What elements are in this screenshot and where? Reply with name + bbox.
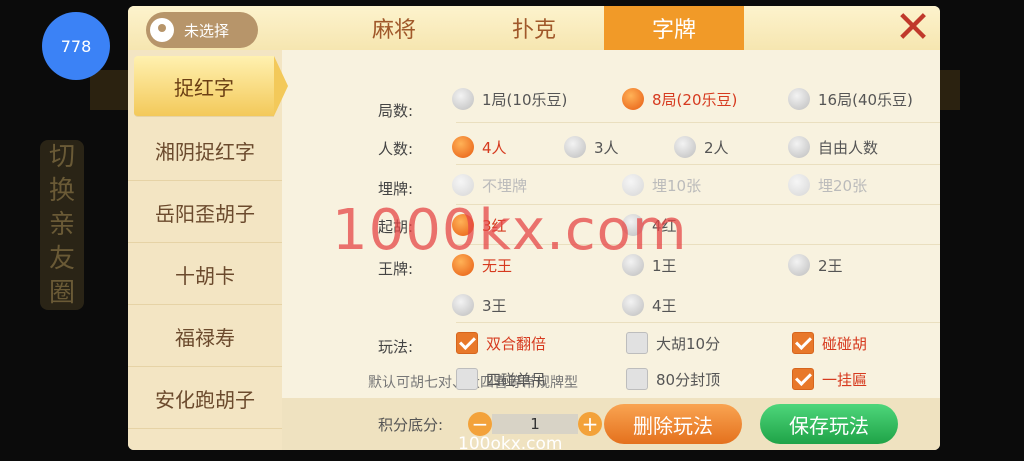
minus-icon[interactable]: − (468, 412, 492, 436)
sidebar-item-fulushou[interactable]: 福禄寿 (128, 306, 282, 367)
radio-icon (674, 136, 696, 158)
radio-icon (788, 136, 810, 158)
play-check-sipeng[interactable]: 四碰单吊 (456, 368, 546, 390)
bury-option-none: 不埋牌 (452, 174, 527, 196)
king-option-none[interactable]: 无王 (452, 254, 512, 276)
play-check-double[interactable]: 双合翻倍 (456, 332, 546, 354)
divider (456, 244, 940, 245)
sidebar-item-anhua[interactable]: 安化跑胡子 (128, 368, 282, 429)
radio-icon (452, 294, 474, 316)
rounds-label: 局数: (378, 102, 414, 120)
sidebar-item-zhuohongzi[interactable]: 捉红字 (134, 56, 288, 117)
start-hu-option-3[interactable]: 3红 (452, 214, 507, 236)
radio-icon (622, 214, 644, 236)
rounds-option-1[interactable]: 1局(10乐豆) (452, 88, 567, 110)
background-side-label: 切 换 亲 友 圈 (40, 140, 84, 310)
radio-selected-icon (452, 254, 474, 276)
king-option-4[interactable]: 4王 (622, 294, 677, 316)
divider (456, 164, 940, 165)
king-label: 王牌: (378, 260, 414, 278)
sidebar-item-yueyang[interactable]: 岳阳歪胡子 (128, 182, 282, 243)
tab-zipai[interactable]: 字牌 (604, 6, 744, 50)
checkbox-checked-icon (792, 368, 814, 390)
play-check-dahu[interactable]: 大胡10分 (626, 332, 720, 354)
settings-panel: 局数: 1局(10乐豆) 8局(20乐豆) 16局(40乐豆) 人数: 4人 3… (282, 50, 940, 398)
radio-disabled-icon (622, 174, 644, 196)
sidebar-item-shihuka[interactable]: 十胡卡 (128, 244, 282, 305)
players-option-3[interactable]: 3人 (564, 136, 619, 158)
king-option-3[interactable]: 3王 (452, 294, 507, 316)
save-rule-button[interactable]: 保存玩法 (760, 404, 898, 444)
players-option-4[interactable]: 4人 (452, 136, 507, 158)
radio-disabled-icon (788, 174, 810, 196)
king-option-2[interactable]: 2王 (788, 254, 843, 276)
checkbox-checked-icon (456, 332, 478, 354)
location-selector[interactable]: 未选择 (146, 12, 258, 48)
bury-option-10: 埋10张 (622, 174, 701, 196)
play-check-80cap[interactable]: 80分封顶 (626, 368, 720, 390)
score-value: 1 (492, 414, 578, 434)
tab-mahjong[interactable]: 麻将 (324, 6, 464, 50)
play-check-yiguabian[interactable]: 一挂匾 (792, 368, 867, 390)
radio-selected-icon (452, 136, 474, 158)
radio-icon (788, 254, 810, 276)
radio-icon (622, 254, 644, 276)
watermark-small: 100okx.com (458, 434, 563, 454)
dialog-footer: 积分底分: − 1 + 删除玩法 保存玩法 (282, 398, 940, 450)
radio-disabled-icon (452, 174, 474, 196)
radio-selected-icon (622, 88, 644, 110)
checkbox-checked-icon (792, 332, 814, 354)
radio-icon (452, 88, 474, 110)
sidebar-item-xiangyin[interactable]: 湘阴捉红字 (128, 120, 282, 181)
rounds-option-16[interactable]: 16局(40乐豆) (788, 88, 940, 110)
score-label: 积分底分: (378, 416, 444, 434)
checkbox-icon (626, 332, 648, 354)
play-check-pengpenghu[interactable]: 碰碰胡 (792, 332, 867, 354)
location-text: 未选择 (184, 21, 230, 40)
checkbox-icon (626, 368, 648, 390)
dialog-header: 未选择 麻将 扑克 字牌 ✕ (128, 6, 940, 50)
players-option-2[interactable]: 2人 (674, 136, 729, 158)
plus-icon[interactable]: + (578, 412, 602, 436)
divider (456, 204, 940, 205)
rounds-option-8[interactable]: 8局(20乐豆) (622, 88, 737, 110)
close-icon[interactable]: ✕ (892, 6, 934, 50)
radio-icon (622, 294, 644, 316)
divider (456, 122, 940, 123)
radio-selected-icon (452, 214, 474, 236)
create-room-dialog: 未选择 麻将 扑克 字牌 ✕ 捉红字 湘阴捉红字 岳阳歪胡子 十胡卡 福禄寿 安… (128, 6, 940, 450)
players-label: 人数: (378, 140, 414, 158)
checkbox-icon (456, 368, 478, 390)
radio-icon (564, 136, 586, 158)
players-option-free[interactable]: 自由人数 (788, 136, 878, 158)
start-hu-label: 起胡: (378, 218, 414, 236)
delete-rule-button[interactable]: 删除玩法 (604, 404, 742, 444)
radio-icon (788, 88, 810, 110)
location-pin-icon (150, 18, 174, 42)
avatar-badge[interactable]: 778 (42, 12, 110, 80)
king-option-1[interactable]: 1王 (622, 254, 677, 276)
start-hu-option-4[interactable]: 4红 (622, 214, 677, 236)
bury-option-20: 埋20张 (788, 174, 867, 196)
divider (456, 322, 940, 323)
sidebar: 捉红字 湘阴捉红字 岳阳歪胡子 十胡卡 福禄寿 安化跑胡子 (128, 50, 288, 450)
tab-poker[interactable]: 扑克 (464, 6, 604, 50)
bury-label: 埋牌: (378, 180, 414, 198)
play-label: 玩法: (378, 338, 414, 356)
